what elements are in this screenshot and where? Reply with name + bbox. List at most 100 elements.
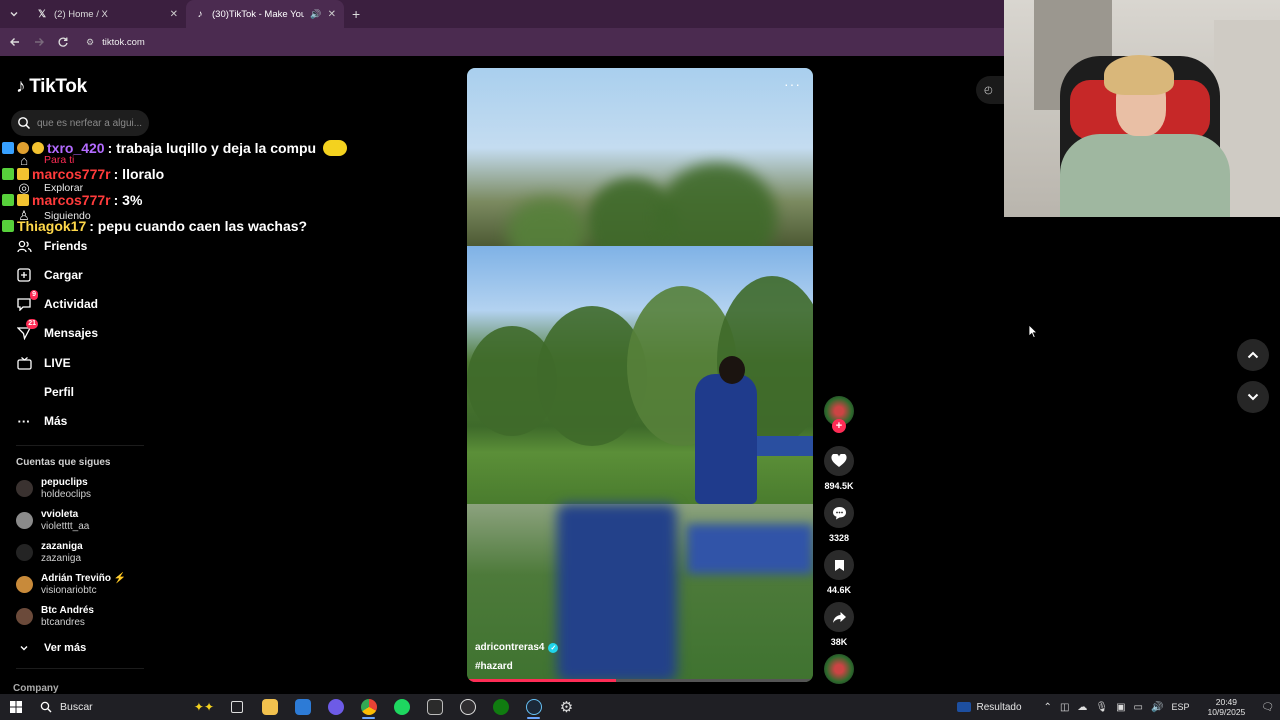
network-icon[interactable]: ▭ [1134,702,1143,713]
tab-tiktok[interactable]: ♪ (30)TikTok - Make Your Day 🔊 ✕ [186,0,344,28]
logo-text: TikTok [29,76,87,97]
sidebar-item-cargar[interactable]: Cargar [16,265,156,285]
address-bar[interactable]: ⚙ tiktok.com [86,37,145,48]
tab-title: (30)TikTok - Make Your Day [212,8,305,20]
volume-icon[interactable]: 🔊 [1151,702,1163,713]
camera-icon[interactable]: ◫ [1060,702,1069,713]
sidebar-item-label: Friends [44,239,88,253]
taskbar-search-label: Buscar [60,701,93,713]
back-button[interactable] [6,33,24,51]
speaker-icon[interactable]: 🔊 [310,9,321,20]
avatar [16,512,33,529]
clock[interactable]: 20:49 10/9/2025 [1207,697,1245,717]
company-link[interactable]: Company [13,683,59,694]
chat-text: : lloralo [113,166,165,182]
chat-user: Thiagok17 [17,218,87,234]
sidebar-item-friends[interactable]: Friends [16,236,156,256]
close-icon[interactable]: ✕ [328,9,336,20]
see-more-label: Ver más [44,642,87,654]
sidebar-item-actividad[interactable]: 9 Actividad [16,290,156,314]
phone-icon: ◴ [984,84,993,96]
close-icon[interactable]: ✕ [170,9,178,20]
video-progress-bar[interactable] [467,679,813,682]
tiktok-logo[interactable]: ♪ TikTok [16,76,87,98]
store-icon [294,699,311,715]
sidebar-item-perfil[interactable]: Perfil [16,382,156,402]
divider [16,668,144,669]
hashtag-link[interactable]: #hazard [475,661,558,672]
start-button[interactable] [0,694,32,720]
store-button[interactable] [286,694,319,720]
obs-button[interactable] [451,694,484,720]
activity-icon: 9 [16,290,38,312]
see-more-button[interactable]: Ver más [16,638,156,658]
save-button[interactable] [824,550,854,580]
comment-icon [832,507,846,520]
task-view-button[interactable] [220,694,253,720]
xbox-button[interactable] [484,694,517,720]
following-account[interactable]: vvioleta violetttt_aa [16,509,156,532]
video-author[interactable]: adricontreras4 ✓ [475,642,559,653]
chrome-button[interactable] [352,694,385,720]
like-button[interactable] [824,446,854,476]
browser-tab-bar: 𝕏 (2) Home / X ✕ ♪ (30)TikTok - Make You… [0,0,1004,28]
following-account[interactable]: pepuclips holdeoclips [16,477,156,500]
following-account[interactable]: Btc Andrés btcandres [16,605,156,628]
verified-icon: ✓ [548,642,559,653]
comment-count: 3328 [828,533,850,543]
account-handle: violetttt_aa [41,521,90,532]
account-name: zazaniga [41,541,83,552]
badge-icon [17,168,29,180]
account-name: vvioleta [41,509,79,520]
sidebar-item-label: Más [44,414,68,428]
badge-icon [2,194,14,206]
friends-icon [16,238,32,254]
following-account[interactable]: zazaniga zazaniga [16,541,156,564]
forward-button[interactable] [30,33,48,51]
sidebar-item-mas[interactable]: ··· Más [16,411,156,431]
spotify-button[interactable] [385,694,418,720]
music-disc[interactable] [824,654,854,684]
tab-x-home[interactable]: 𝕏 (2) Home / X ✕ [28,0,186,28]
taskbar-search[interactable]: Buscar ✦✦ [32,694,220,720]
more-options-icon[interactable]: ··· [784,76,801,92]
tab-search-button[interactable] [0,0,28,28]
file-explorer-button[interactable] [253,694,286,720]
notifications-icon[interactable]: 🗨 [1261,702,1274,713]
badge-icon [17,194,29,206]
chat-user: marcos777r [32,192,111,208]
clock-time: 20:49 [1215,697,1238,707]
video-player[interactable]: ··· adricontreras4 ✓ #hazard [467,68,813,682]
new-tab-button[interactable]: + [344,6,368,22]
badge-icon [32,142,44,154]
folder-icon [261,699,278,715]
comment-button[interactable] [824,498,854,528]
sidebar-item-label: Perfil [44,385,75,399]
weather-widget[interactable]: Resultado [956,702,1022,713]
search-input[interactable]: que es nerfear a algui... [11,110,149,136]
steam-button[interactable] [517,694,550,720]
epic-games-button[interactable] [418,694,451,720]
share-icon [832,611,846,623]
badge-icon [2,220,14,232]
taskbar-apps: ⚙ [220,694,583,720]
share-button[interactable] [824,602,854,632]
previous-video-button[interactable] [1237,339,1269,371]
windows-icon [10,701,22,713]
video-frame-top [467,68,813,273]
site-info-icon[interactable]: ⚙ [86,37,94,48]
next-video-button[interactable] [1237,381,1269,413]
language-indicator[interactable]: ESP [1171,702,1189,712]
sidebar-item-mensajes[interactable]: 21 Mensajes [16,319,156,343]
sidebar-item-live[interactable]: LIVE [16,353,156,373]
settings-button[interactable]: ⚙ [550,694,583,720]
cloud-icon[interactable]: ☁ [1077,702,1087,713]
messages-icon: 21 [16,319,38,341]
shield-icon[interactable]: ▣ [1116,702,1125,713]
follow-plus-icon[interactable]: + [832,419,846,433]
discord-button[interactable] [319,694,352,720]
chevron-up-icon[interactable]: ⌃ [1044,702,1052,713]
reload-button[interactable] [54,33,72,51]
microphone-icon[interactable]: 🎙 [1095,702,1108,713]
following-account[interactable]: Adrián Treviño ⚡ visionariobtc [16,573,156,596]
